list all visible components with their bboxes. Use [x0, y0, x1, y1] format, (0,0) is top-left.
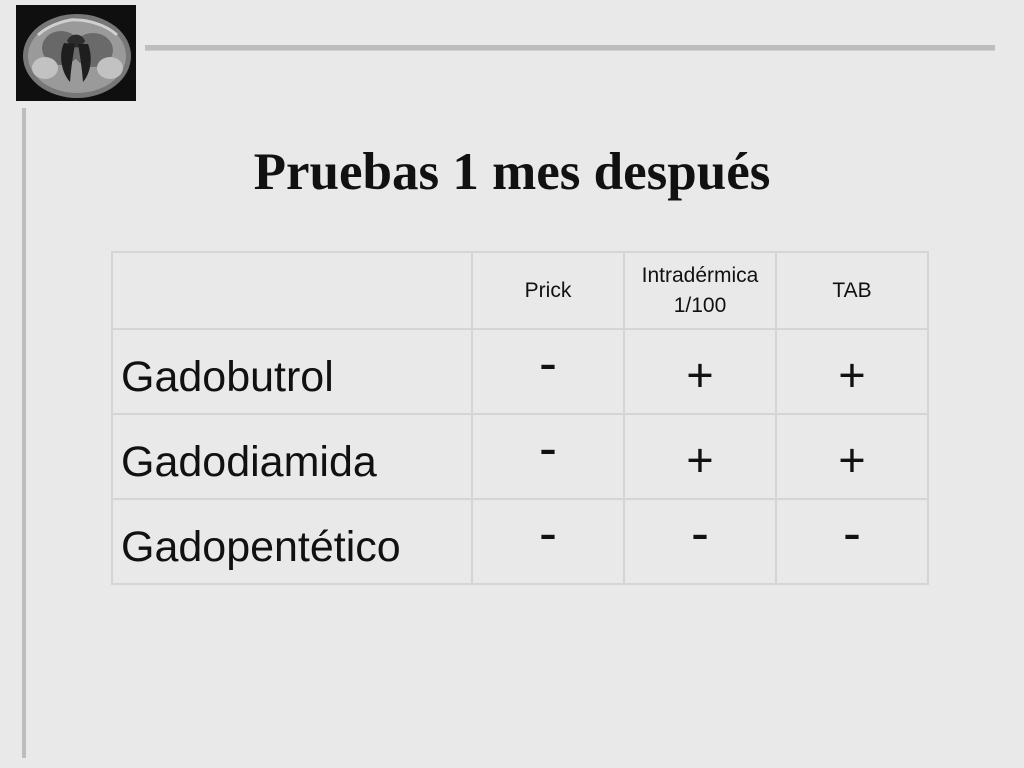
- result-cell: +: [775, 413, 929, 500]
- row-label-gadobutrol: Gadobutrol: [111, 328, 473, 415]
- result-cell: -: [471, 328, 625, 415]
- column-header-prick: Prick: [471, 251, 625, 330]
- result-cell: -: [471, 413, 625, 500]
- brain-mri-scan-icon: [16, 5, 136, 101]
- column-header-label: TAB: [832, 278, 872, 302]
- row-label-gadodiamida: Gadodiamida: [111, 413, 473, 500]
- slide-title: Pruebas 1 mes después: [253, 142, 771, 201]
- result-cell: -: [775, 498, 929, 585]
- result-cell: +: [775, 328, 929, 415]
- result-cell: +: [623, 328, 777, 415]
- table-row: Gadopentético - - -: [111, 498, 929, 585]
- empty-corner-cell: [111, 251, 473, 330]
- row-label-gadopentetico: Gadopentético: [111, 498, 473, 585]
- column-header-tab: TAB: [775, 251, 929, 330]
- top-divider-line: [145, 45, 995, 51]
- column-header-label: Prick: [524, 278, 572, 302]
- result-cell: -: [471, 498, 625, 585]
- table-header-row: Prick Intradérmica 1/100 TAB: [111, 251, 929, 330]
- allergy-test-results-table: Prick Intradérmica 1/100 TAB Gadobutrol …: [111, 251, 929, 585]
- left-divider-line: [22, 108, 26, 758]
- column-header-label: Intradérmica: [641, 263, 759, 287]
- column-header-intradermica: Intradérmica 1/100: [623, 251, 777, 330]
- result-cell: -: [623, 498, 777, 585]
- table-row: Gadodiamida - + +: [111, 413, 929, 500]
- table-row: Gadobutrol - + +: [111, 328, 929, 415]
- column-header-subtitle: 1/100: [673, 293, 727, 317]
- result-cell: +: [623, 413, 777, 500]
